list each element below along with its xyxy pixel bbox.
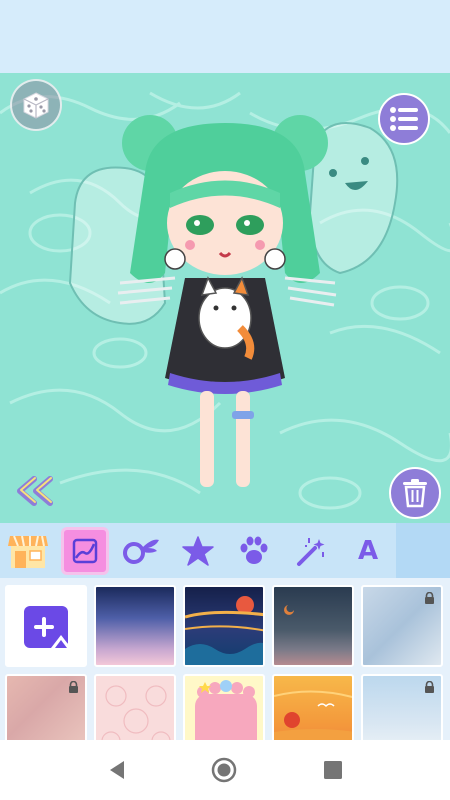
collapse-panel-button[interactable] — [12, 475, 60, 507]
tab-background[interactable] — [61, 527, 109, 575]
double-chevron-left-icon — [17, 476, 53, 506]
top-bar — [0, 0, 450, 73]
lock-icon — [425, 681, 434, 693]
system-nav-bar — [0, 740, 450, 800]
water-background — [0, 91, 450, 510]
tab-effects[interactable] — [287, 527, 335, 575]
nav-home-button[interactable] — [211, 757, 237, 783]
bg-tile-dusk[interactable] — [272, 585, 354, 667]
bg-tile-starry-gradient[interactable] — [94, 585, 176, 667]
tab-bar-filler — [396, 523, 450, 578]
add-image-icon — [24, 606, 71, 648]
bg-tile-night-sea[interactable] — [183, 585, 265, 667]
tab-pets[interactable] — [230, 527, 278, 575]
magic-wand-icon — [297, 538, 325, 566]
star-icon — [182, 536, 214, 566]
bg-tile-watercolor-blue[interactable] — [361, 585, 443, 667]
category-tab-bar: A — [0, 523, 450, 578]
background-image-icon — [72, 538, 98, 564]
lock-icon — [69, 681, 78, 693]
trash-icon — [403, 479, 427, 508]
nav-back-button[interactable] — [104, 757, 130, 783]
paw-icon — [240, 536, 268, 564]
wing-icon — [123, 539, 159, 564]
lock-icon — [425, 592, 434, 604]
tab-text[interactable]: A — [344, 527, 392, 575]
character-illustration — [117, 115, 337, 487]
dice-icon — [23, 92, 49, 119]
delete-button[interactable] — [389, 467, 441, 519]
back-icon — [110, 761, 124, 779]
tab-stickers[interactable] — [174, 527, 222, 575]
tab-store[interactable] — [4, 527, 52, 575]
list-menu-icon — [390, 107, 418, 131]
random-dice-button[interactable] — [10, 79, 62, 131]
list-menu-button[interactable] — [378, 93, 430, 145]
store-icon — [8, 535, 48, 568]
nav-recents-button[interactable] — [320, 757, 346, 783]
tab-wings[interactable] — [117, 527, 165, 575]
home-icon — [211, 757, 237, 783]
text-icon: A — [357, 536, 379, 566]
character-canvas — [0, 73, 450, 523]
recents-icon — [324, 761, 342, 779]
add-custom-background-tile[interactable] — [5, 585, 87, 667]
background-grid — [0, 578, 450, 756]
